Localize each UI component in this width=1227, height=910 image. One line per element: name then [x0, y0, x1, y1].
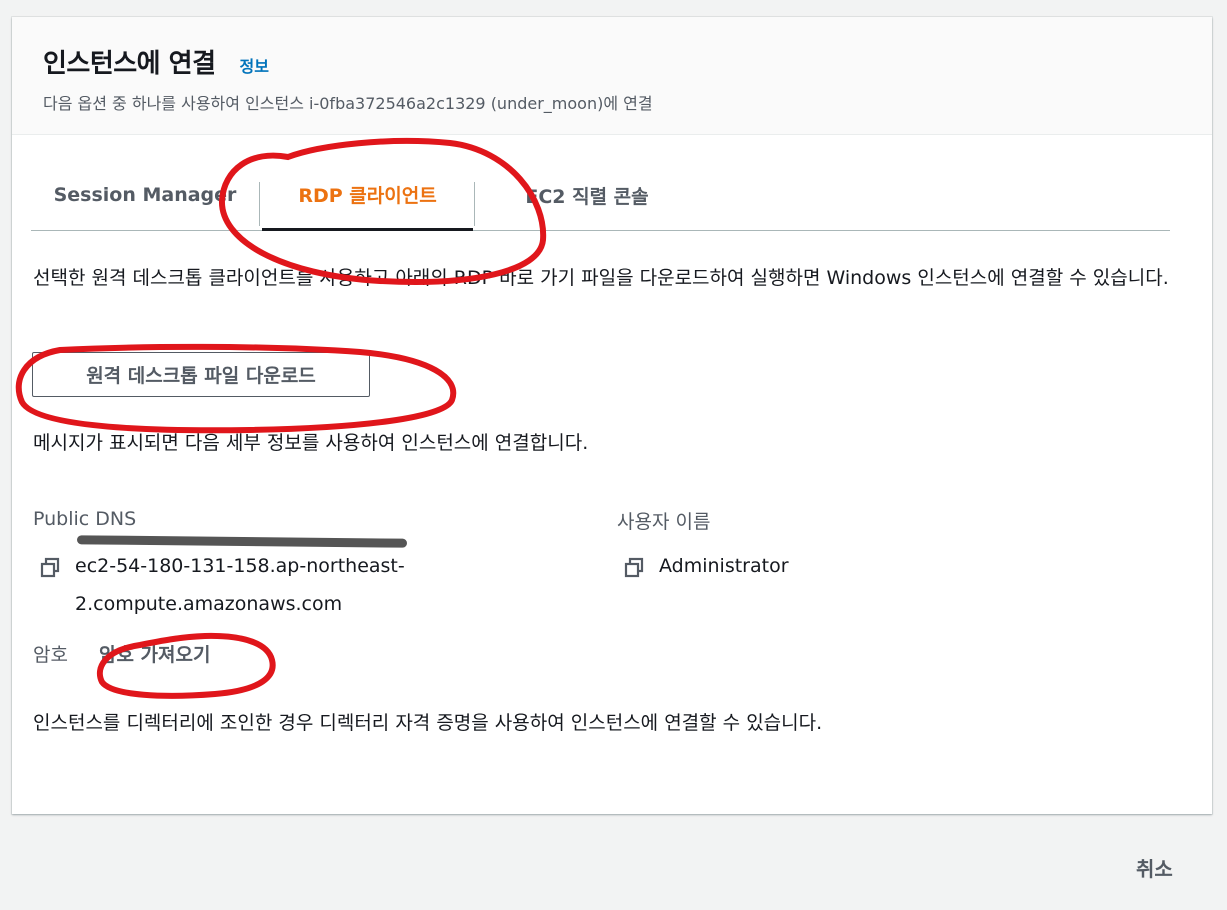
public-dns-label: Public DNS — [33, 508, 137, 530]
username-field: Administrator — [623, 555, 789, 579]
tab-divider — [474, 182, 475, 226]
tab-divider — [259, 182, 260, 226]
username-value: Administrator — [659, 555, 789, 577]
connection-details-prompt: 메시지가 표시되면 다음 세부 정보를 사용하여 인스턴스에 연결합니다. — [33, 432, 589, 454]
download-rdp-file-button[interactable]: 원격 데스크톱 파일 다운로드 — [32, 352, 370, 397]
tab-ec2-serial-console[interactable]: EC2 직렬 콘솔 — [477, 160, 697, 230]
page-title: 인스턴스에 연결 — [43, 49, 216, 79]
password-row: 암호 암호 가져오기 — [33, 640, 210, 667]
connect-instance-panel: 인스턴스에 연결 정보 다음 옵션 중 하나를 사용하여 인스턴스 i-0fba… — [12, 17, 1212, 814]
password-label: 암호 — [33, 644, 68, 666]
copy-icon[interactable] — [39, 557, 61, 579]
info-link[interactable]: 정보 — [240, 53, 269, 77]
directory-credentials-note: 인스턴스를 디렉터리에 조인한 경우 디렉터리 자격 증명을 사용하여 인스턴스… — [33, 712, 823, 734]
get-password-button[interactable]: 암호 가져오기 — [99, 640, 211, 667]
tab-session-manager[interactable]: Session Manager — [31, 160, 259, 230]
cancel-button[interactable]: 취소 — [1136, 853, 1173, 882]
page-subtitle: 다음 옵션 중 하나를 사용하여 인스턴스 i-0fba372546a2c132… — [43, 94, 653, 113]
public-dns-value: ec2-54-180-131-158.ap-northeast-2.comput… — [75, 555, 405, 615]
rdp-description: 선택한 원격 데스크톱 클라이언트를 사용하고 아래의 RDP 바로 가기 파일… — [33, 267, 1169, 289]
title-row: 인스턴스에 연결 정보 — [43, 43, 1212, 80]
panel-header: 인스턴스에 연결 정보 다음 옵션 중 하나를 사용하여 인스턴스 i-0fba… — [12, 17, 1212, 135]
copy-icon[interactable] — [623, 557, 645, 579]
tab-rdp-client[interactable]: RDP 클라이언트 — [262, 160, 473, 231]
username-label: 사용자 이름 — [617, 511, 711, 533]
connection-tabs: Session Manager RDP 클라이언트 EC2 직렬 콘솔 — [31, 160, 1170, 231]
public-dns-field: ec2-54-180-131-158.ap-northeast-2.comput… — [39, 555, 475, 623]
